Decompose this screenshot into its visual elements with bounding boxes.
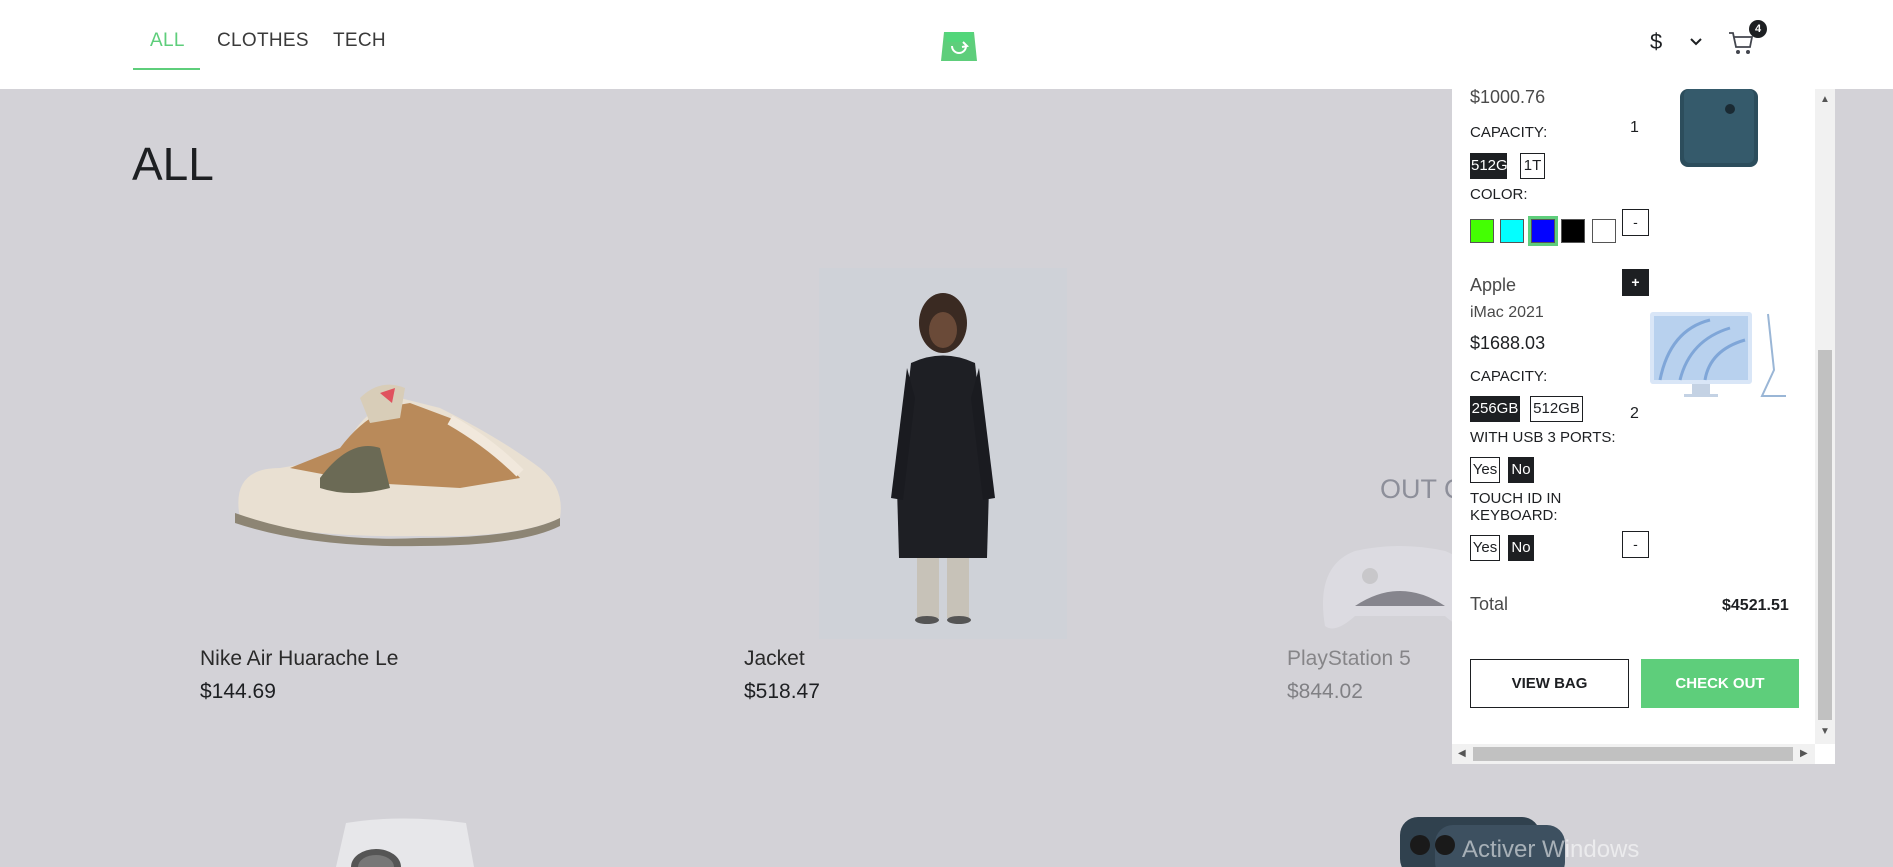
attribute-label: CAPACITY: — [1470, 124, 1548, 141]
cart-item-image-iphone — [1680, 89, 1758, 167]
option-touchid-yes[interactable]: Yes — [1470, 535, 1500, 561]
product-image-shoe — [235, 384, 561, 547]
option-touchid-no[interactable]: No — [1508, 535, 1534, 561]
chevron-down-icon[interactable] — [1688, 36, 1704, 48]
header: ALL CLOTHES TECH $ 4 — [0, 0, 1893, 89]
cart-item-quantity: 2 — [1630, 405, 1639, 422]
attribute-label: COLOR: — [1470, 186, 1528, 203]
windows-activation-watermark: Activer Windows — [1462, 836, 1640, 863]
cart-item-price: $1000.76 — [1470, 87, 1546, 107]
cart-item-image-imac — [1650, 312, 1786, 397]
checkout-button[interactable]: CHECK OUT — [1641, 659, 1799, 708]
scroll-right-arrow-icon[interactable]: ▶ — [1800, 748, 1808, 759]
total-value: $4521.51 — [1722, 597, 1789, 614]
scroll-up-arrow-icon[interactable]: ▲ — [1820, 94, 1830, 105]
color-swatch-green[interactable] — [1470, 219, 1494, 243]
tab-clothes[interactable]: CLOTHES — [217, 30, 309, 52]
attribute-label: TOUCH ID IN — [1470, 490, 1562, 507]
horizontal-scroll-thumb[interactable] — [1473, 747, 1793, 761]
active-tab-underline — [133, 68, 200, 70]
currency-symbol[interactable]: $ — [1650, 29, 1662, 55]
product-name: Nike Air Huarache Le — [200, 647, 399, 670]
attribute-label: CAPACITY: — [1470, 368, 1548, 385]
scroll-down-arrow-icon[interactable]: ▼ — [1820, 726, 1830, 737]
color-swatch-white[interactable] — [1592, 219, 1616, 243]
option-256gb[interactable]: 256GB — [1470, 396, 1520, 422]
cart-item-name: iMac 2021 — [1470, 304, 1544, 321]
scroll-left-arrow-icon[interactable]: ◀ — [1458, 748, 1466, 759]
increase-quantity-button[interactable]: + — [1622, 269, 1649, 296]
color-swatch-cyan[interactable] — [1500, 219, 1524, 243]
option-usb-no[interactable]: No — [1508, 457, 1534, 483]
product-image-jacket — [819, 268, 1067, 639]
product-price: $144.69 — [200, 680, 276, 703]
decrease-quantity-button[interactable]: - — [1622, 531, 1649, 558]
view-bag-button[interactable]: VIEW BAG — [1470, 659, 1629, 708]
shopping-bag-icon[interactable] — [941, 28, 977, 61]
product-card[interactable]: Nike Air Huarache Le $144.69 — [198, 268, 578, 708]
cart-count-badge: 4 — [1749, 20, 1767, 38]
color-swatch-black[interactable] — [1561, 219, 1585, 243]
cart-item-quantity: 1 — [1630, 119, 1639, 136]
vertical-scroll-thumb[interactable] — [1818, 350, 1832, 720]
product-name: Jacket — [744, 647, 805, 670]
decrease-quantity-button[interactable]: - — [1622, 209, 1649, 236]
tab-tech[interactable]: TECH — [333, 30, 386, 52]
option-512gb[interactable]: 512GB — [1530, 396, 1583, 422]
attribute-label: WITH USB 3 PORTS: — [1470, 429, 1616, 446]
product-price: $518.47 — [744, 680, 820, 703]
total-label: Total — [1470, 594, 1509, 614]
product-card[interactable]: Jacket $518.47 — [743, 268, 1123, 708]
cart-item-brand: Apple — [1470, 275, 1517, 295]
option-1t[interactable]: 1T — [1520, 153, 1545, 179]
attribute-label-line2: KEYBOARD: — [1470, 507, 1558, 524]
product-image-xbox — [336, 818, 474, 867]
page-title: ALL — [132, 138, 214, 190]
option-usb-yes[interactable]: Yes — [1470, 457, 1500, 483]
color-swatch-blue[interactable] — [1528, 216, 1558, 246]
tab-all[interactable]: ALL — [150, 30, 185, 52]
option-512g[interactable]: 512G — [1470, 153, 1508, 179]
cart-item-price: $1688.03 — [1470, 333, 1546, 353]
product-name: PlayStation 5 — [1287, 647, 1411, 670]
product-price: $844.02 — [1287, 680, 1363, 703]
